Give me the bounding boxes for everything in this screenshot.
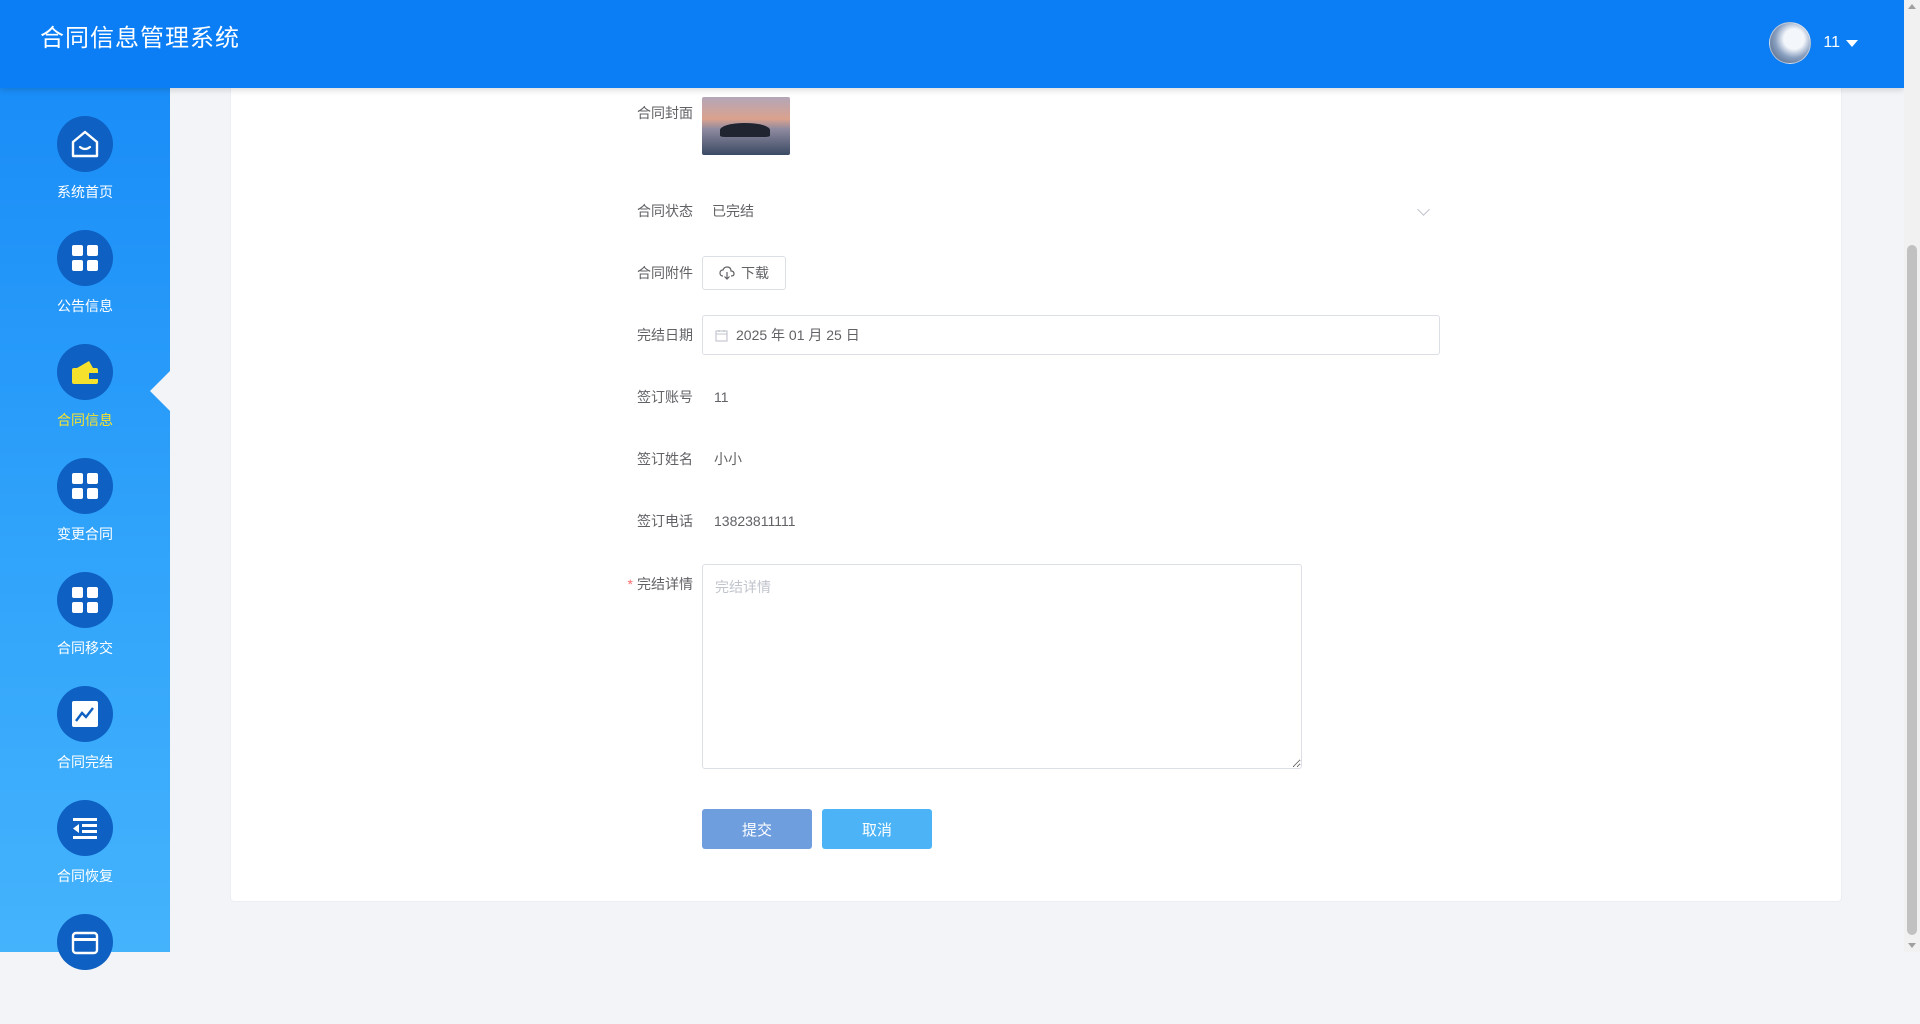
- form-row-name: 签订姓名 小小: [231, 439, 1841, 479]
- sidebar-item-home[interactable]: 系统首页: [0, 116, 170, 226]
- sidebar-item-label: 合同信息: [57, 412, 113, 428]
- cloud-download-icon: [719, 266, 735, 280]
- name-value: 小小: [714, 451, 742, 467]
- caret-down-icon[interactable]: [1846, 39, 1858, 47]
- cover-image[interactable]: [702, 97, 790, 155]
- avatar[interactable]: [1769, 22, 1812, 64]
- submit-button[interactable]: 提交: [702, 809, 812, 849]
- calendar-icon: [715, 329, 728, 342]
- date-value: 2025 年 01 月 25 日: [736, 327, 860, 343]
- top-header: 合同信息管理系统 11: [0, 0, 1904, 88]
- sidebar-item-announcements[interactable]: 公告信息: [0, 230, 170, 340]
- scroll-thumb[interactable]: [1907, 245, 1917, 935]
- attachment-label: 合同附件: [637, 265, 693, 281]
- form-row-phone: 签订电话 13823811111: [231, 501, 1841, 541]
- sidebar-item-label: 变更合同: [57, 526, 113, 542]
- sidebar-item-contracts[interactable]: 合同信息: [0, 344, 170, 454]
- grid-icon: [57, 458, 113, 514]
- app-title: 合同信息管理系统: [40, 25, 240, 52]
- user-name[interactable]: 11: [1823, 34, 1840, 52]
- detail-label: * 完结详情: [611, 574, 693, 594]
- grid-icon: [57, 572, 113, 628]
- phone-value: 13823811111: [714, 513, 796, 529]
- download-label: 下载: [741, 265, 769, 281]
- date-picker[interactable]: 2025 年 01 月 25 日: [702, 315, 1440, 355]
- scroll-up-icon[interactable]: [1908, 4, 1916, 9]
- main-content: 合同封面 合同状态 已完结 合同附件 下载 完结日期 2025 年 01 月 2…: [170, 78, 1904, 952]
- form-row-detail: * 完结详情: [231, 564, 1841, 774]
- card-icon: [57, 914, 113, 970]
- cover-label: 合同封面: [637, 105, 693, 121]
- chart-icon: [57, 686, 113, 742]
- form-row-attachment: 合同附件 下载: [231, 253, 1841, 293]
- scrollbar[interactable]: [1904, 0, 1920, 952]
- form-actions: 提交 取消: [702, 809, 942, 849]
- sidebar-item-label: 系统首页: [57, 184, 113, 200]
- grid-icon: [57, 230, 113, 286]
- status-select[interactable]: 已完结: [702, 191, 1440, 231]
- sidebar-item-label: 合同完结: [57, 754, 113, 770]
- status-label: 合同状态: [637, 203, 693, 219]
- phone-label: 签订电话: [637, 513, 693, 529]
- detail-textarea[interactable]: [702, 564, 1302, 769]
- account-label: 签订账号: [637, 389, 693, 405]
- form-card: 合同封面 合同状态 已完结 合同附件 下载 完结日期 2025 年 01 月 2…: [230, 78, 1842, 902]
- date-label: 完结日期: [637, 327, 693, 343]
- name-label: 签订姓名: [637, 451, 693, 467]
- required-mark: *: [627, 576, 633, 592]
- sidebar-item-more[interactable]: [0, 914, 170, 1024]
- sidebar-item-label: 公告信息: [57, 298, 113, 314]
- detail-label-text: 完结详情: [637, 576, 693, 592]
- sidebar: 系统首页 公告信息 合同信息 变更合同 合同移交 合同完结 合同恢复: [0, 88, 170, 970]
- sidebar-item-restore-contract[interactable]: 合同恢复: [0, 800, 170, 910]
- sidebar-item-label: 合同恢复: [57, 868, 113, 884]
- scroll-down-icon[interactable]: [1908, 943, 1916, 948]
- home-icon: [57, 116, 113, 172]
- form-row-status: 合同状态 已完结: [231, 191, 1841, 231]
- cancel-button[interactable]: 取消: [822, 809, 932, 849]
- sidebar-item-complete-contract[interactable]: 合同完结: [0, 686, 170, 796]
- account-value: 11: [714, 389, 729, 405]
- sidebar-item-label: 合同移交: [57, 640, 113, 656]
- sidebar-item-change-contract[interactable]: 变更合同: [0, 458, 170, 568]
- status-value: 已完结: [712, 203, 754, 219]
- sidebar-item-transfer-contract[interactable]: 合同移交: [0, 572, 170, 682]
- chevron-down-icon: [1417, 202, 1430, 216]
- form-row-date: 完结日期 2025 年 01 月 25 日: [231, 315, 1841, 355]
- download-button[interactable]: 下载: [702, 256, 786, 290]
- list-icon: [57, 800, 113, 856]
- active-indicator: [150, 371, 170, 411]
- wallet-icon: [57, 344, 113, 400]
- user-menu[interactable]: 11: [1769, 22, 1858, 64]
- form-row-account: 签订账号 11: [231, 377, 1841, 417]
